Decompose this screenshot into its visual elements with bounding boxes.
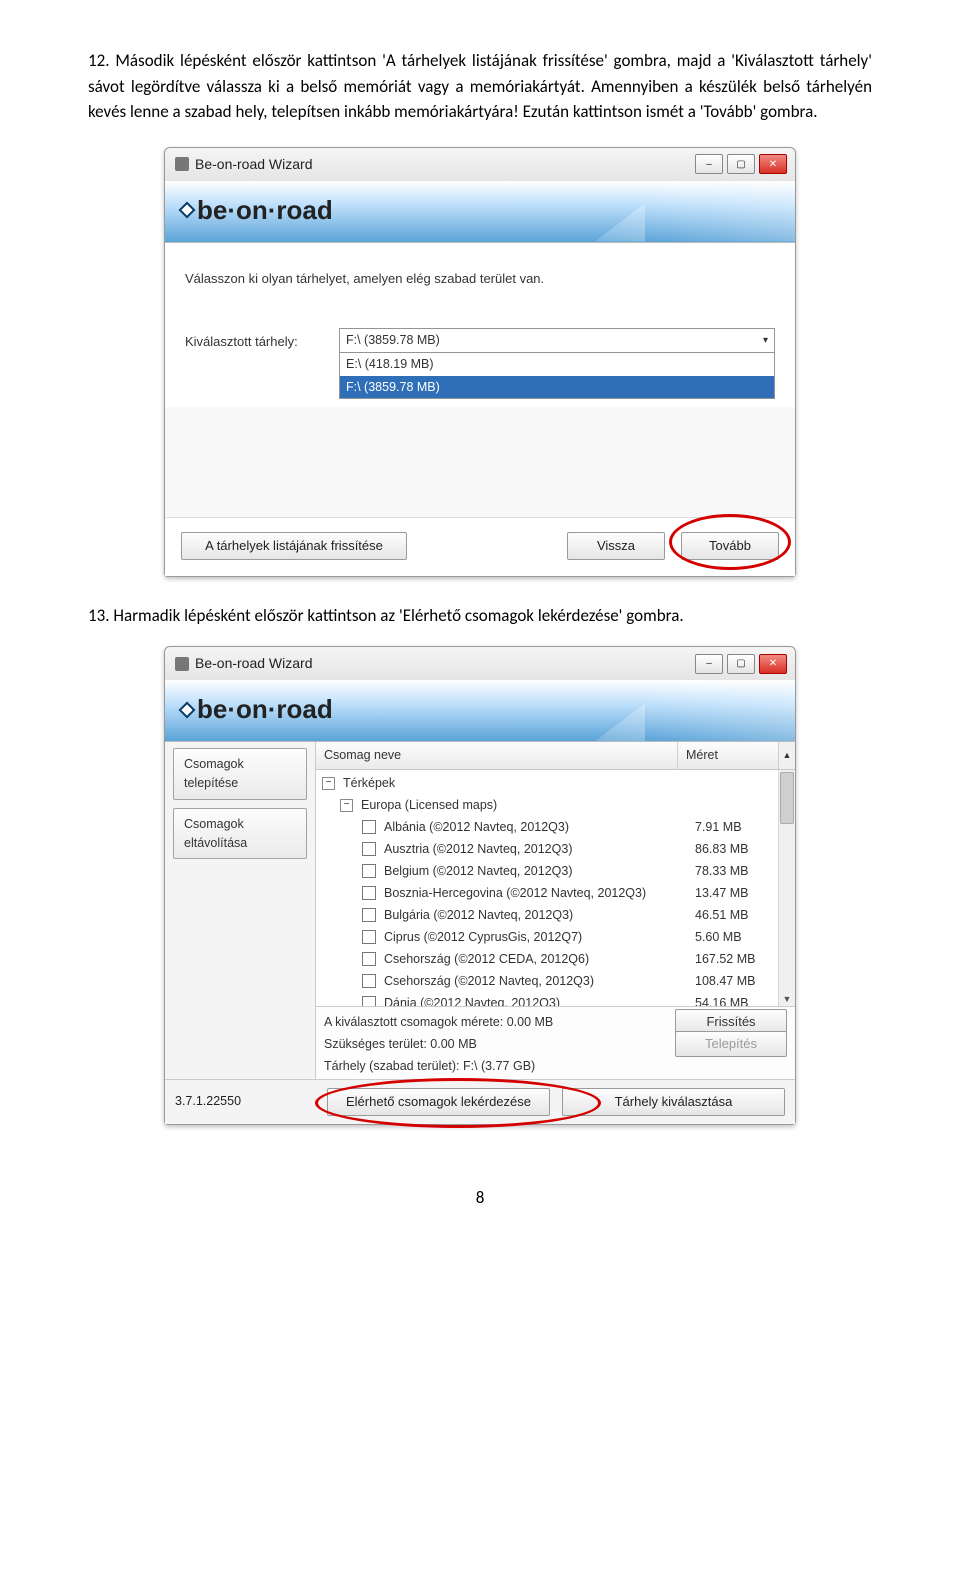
screenshot-2: Be-on-road Wizard – ▢ ✕ be·on·road Csoma…: [88, 646, 872, 1124]
install-packages-button[interactable]: Csomagok telepítése: [173, 748, 307, 800]
storage-label: Kiválasztott tárhely:: [185, 328, 325, 352]
close-button[interactable]: ✕: [759, 154, 787, 174]
vertical-scrollbar[interactable]: ▼: [778, 770, 795, 1006]
package-row[interactable]: Belgium (©2012 Navteq, 2012Q3)78.33 MB: [316, 860, 795, 882]
column-size[interactable]: Méret: [678, 742, 778, 769]
brand-text: be·on·road: [197, 690, 333, 729]
package-size: 167.52 MB: [687, 950, 779, 969]
package-row[interactable]: Csehország (©2012 Navteq, 2012Q3)108.47 …: [316, 970, 795, 992]
collapse-icon[interactable]: −: [340, 799, 353, 812]
package-row[interactable]: Albánia (©2012 Navteq, 2012Q3)7.91 MB: [316, 816, 795, 838]
app-icon: [175, 657, 189, 671]
minimize-button[interactable]: –: [695, 154, 723, 174]
package-size: 86.83 MB: [687, 840, 779, 859]
package-name: Bosznia-Hercegovina (©2012 Navteq, 2012Q…: [380, 884, 687, 903]
scroll-up-icon[interactable]: ▲: [778, 742, 795, 769]
package-name: Csehország (©2012 Navteq, 2012Q3): [380, 972, 687, 991]
status-required: Szükséges terület: 0.00 MB: [324, 1035, 477, 1054]
scroll-down-icon[interactable]: ▼: [783, 993, 792, 1007]
install-button[interactable]: Telepítés: [675, 1031, 787, 1057]
package-list: Csomag neve Méret ▲ − Térképek: [316, 742, 795, 1079]
package-size: 5.60 MB: [687, 928, 779, 947]
tree-group[interactable]: − Térképek: [316, 772, 795, 794]
chevron-down-icon: ▾: [763, 333, 768, 348]
package-name: Dánia (©2012 Navteq, 2012Q3): [380, 994, 687, 1006]
storage-combo[interactable]: F:\ (3859.78 MB) ▾ E:\ (418.19 MB) F:\ (…: [339, 328, 775, 399]
brand-banner: be·on·road: [165, 181, 795, 243]
status-storage: Tárhely (szabad terület): F:\ (3.77 GB): [324, 1057, 535, 1076]
remove-packages-button[interactable]: Csomagok eltávolítása: [173, 808, 307, 860]
version-label: 3.7.1.22550: [175, 1092, 315, 1111]
storage-option[interactable]: F:\ (3859.78 MB): [340, 376, 774, 399]
scroll-thumb[interactable]: [780, 772, 794, 824]
status-selected-size: A kiválasztott csomagok mérete: 0.00 MB: [324, 1013, 553, 1032]
titlebar: Be-on-road Wizard – ▢ ✕: [165, 148, 795, 181]
package-name: Csehország (©2012 CEDA, 2012Q6): [380, 950, 687, 969]
package-name: Albánia (©2012 Navteq, 2012Q3): [380, 818, 687, 837]
next-button[interactable]: Tovább: [681, 532, 779, 560]
package-name: Bulgária (©2012 Navteq, 2012Q3): [380, 906, 687, 925]
refresh-storage-button[interactable]: A tárhelyek listájának frissítése: [181, 532, 407, 560]
close-button[interactable]: ✕: [759, 654, 787, 674]
window-buttons: – ▢ ✕: [695, 654, 787, 674]
package-size: 7.91 MB: [687, 818, 779, 837]
storage-dropdown-list: E:\ (418.19 MB) F:\ (3859.78 MB): [339, 353, 775, 400]
package-row[interactable]: Ciprus (©2012 CyprusGis, 2012Q7)5.60 MB: [316, 926, 795, 948]
tree-group[interactable]: − Europa (Licensed maps): [316, 794, 795, 816]
logo-icon: [179, 701, 196, 718]
package-size: 13.47 MB: [687, 884, 779, 903]
checkbox[interactable]: [362, 996, 376, 1006]
package-row[interactable]: Bulgária (©2012 Navteq, 2012Q3)46.51 MB: [316, 904, 795, 926]
brand-banner: be·on·road: [165, 680, 795, 742]
instruction-12: 12. Második lépésként először kattintson…: [88, 48, 872, 125]
collapse-icon[interactable]: −: [322, 777, 335, 790]
side-panel: Csomagok telepítése Csomagok eltávolítás…: [165, 742, 316, 1079]
package-size: 46.51 MB: [687, 906, 779, 925]
package-header: Csomag neve Méret ▲: [316, 742, 795, 770]
prompt-text: Válasszon ki olyan tárhelyet, amelyen el…: [181, 253, 779, 329]
checkbox[interactable]: [362, 952, 376, 966]
checkbox[interactable]: [362, 864, 376, 878]
titlebar: Be-on-road Wizard – ▢ ✕: [165, 647, 795, 680]
package-name: Ausztria (©2012 Navteq, 2012Q3): [380, 840, 687, 859]
wizard-window-2: Be-on-road Wizard – ▢ ✕ be·on·road Csoma…: [164, 646, 796, 1124]
package-row[interactable]: Csehország (©2012 CEDA, 2012Q6)167.52 MB: [316, 948, 795, 970]
window-title: Be-on-road Wizard: [195, 154, 313, 175]
checkbox[interactable]: [362, 842, 376, 856]
tree-label: Térképek: [339, 774, 687, 793]
package-row[interactable]: Ausztria (©2012 Navteq, 2012Q3)86.83 MB: [316, 838, 795, 860]
instruction-13: 13. Harmadik lépésként először kattintso…: [88, 603, 872, 629]
package-size: 78.33 MB: [687, 862, 779, 881]
brand-text: be·on·road: [197, 191, 333, 230]
window-title: Be-on-road Wizard: [195, 653, 313, 674]
checkbox[interactable]: [362, 820, 376, 834]
tree-label: Europa (Licensed maps): [357, 796, 687, 815]
wizard-window-1: Be-on-road Wizard – ▢ ✕ be·on·road Válas…: [164, 147, 796, 577]
query-packages-button[interactable]: Elérhető csomagok lekérdezése: [327, 1088, 550, 1116]
back-button[interactable]: Vissza: [567, 532, 665, 560]
package-size: 108.47 MB: [687, 972, 779, 991]
select-storage-button[interactable]: Tárhely kiválasztása: [562, 1088, 785, 1116]
storage-option[interactable]: E:\ (418.19 MB): [340, 353, 774, 376]
page-number: 8: [88, 1185, 872, 1211]
window-buttons: – ▢ ✕: [695, 154, 787, 174]
package-name: Belgium (©2012 Navteq, 2012Q3): [380, 862, 687, 881]
minimize-button[interactable]: –: [695, 654, 723, 674]
package-row[interactable]: Dánia (©2012 Navteq, 2012Q3)54.16 MB: [316, 992, 795, 1006]
app-icon: [175, 157, 189, 171]
storage-selected: F:\ (3859.78 MB): [346, 331, 440, 350]
package-row[interactable]: Bosznia-Hercegovina (©2012 Navteq, 2012Q…: [316, 882, 795, 904]
checkbox[interactable]: [362, 908, 376, 922]
maximize-button[interactable]: ▢: [727, 154, 755, 174]
logo-icon: [179, 202, 196, 219]
screenshot-1: Be-on-road Wizard – ▢ ✕ be·on·road Válas…: [88, 147, 872, 577]
checkbox[interactable]: [362, 930, 376, 944]
checkbox[interactable]: [362, 974, 376, 988]
checkbox[interactable]: [362, 886, 376, 900]
column-name[interactable]: Csomag neve: [316, 742, 678, 769]
package-name: Ciprus (©2012 CyprusGis, 2012Q7): [380, 928, 687, 947]
package-size: 54.16 MB: [687, 994, 779, 1006]
maximize-button[interactable]: ▢: [727, 654, 755, 674]
